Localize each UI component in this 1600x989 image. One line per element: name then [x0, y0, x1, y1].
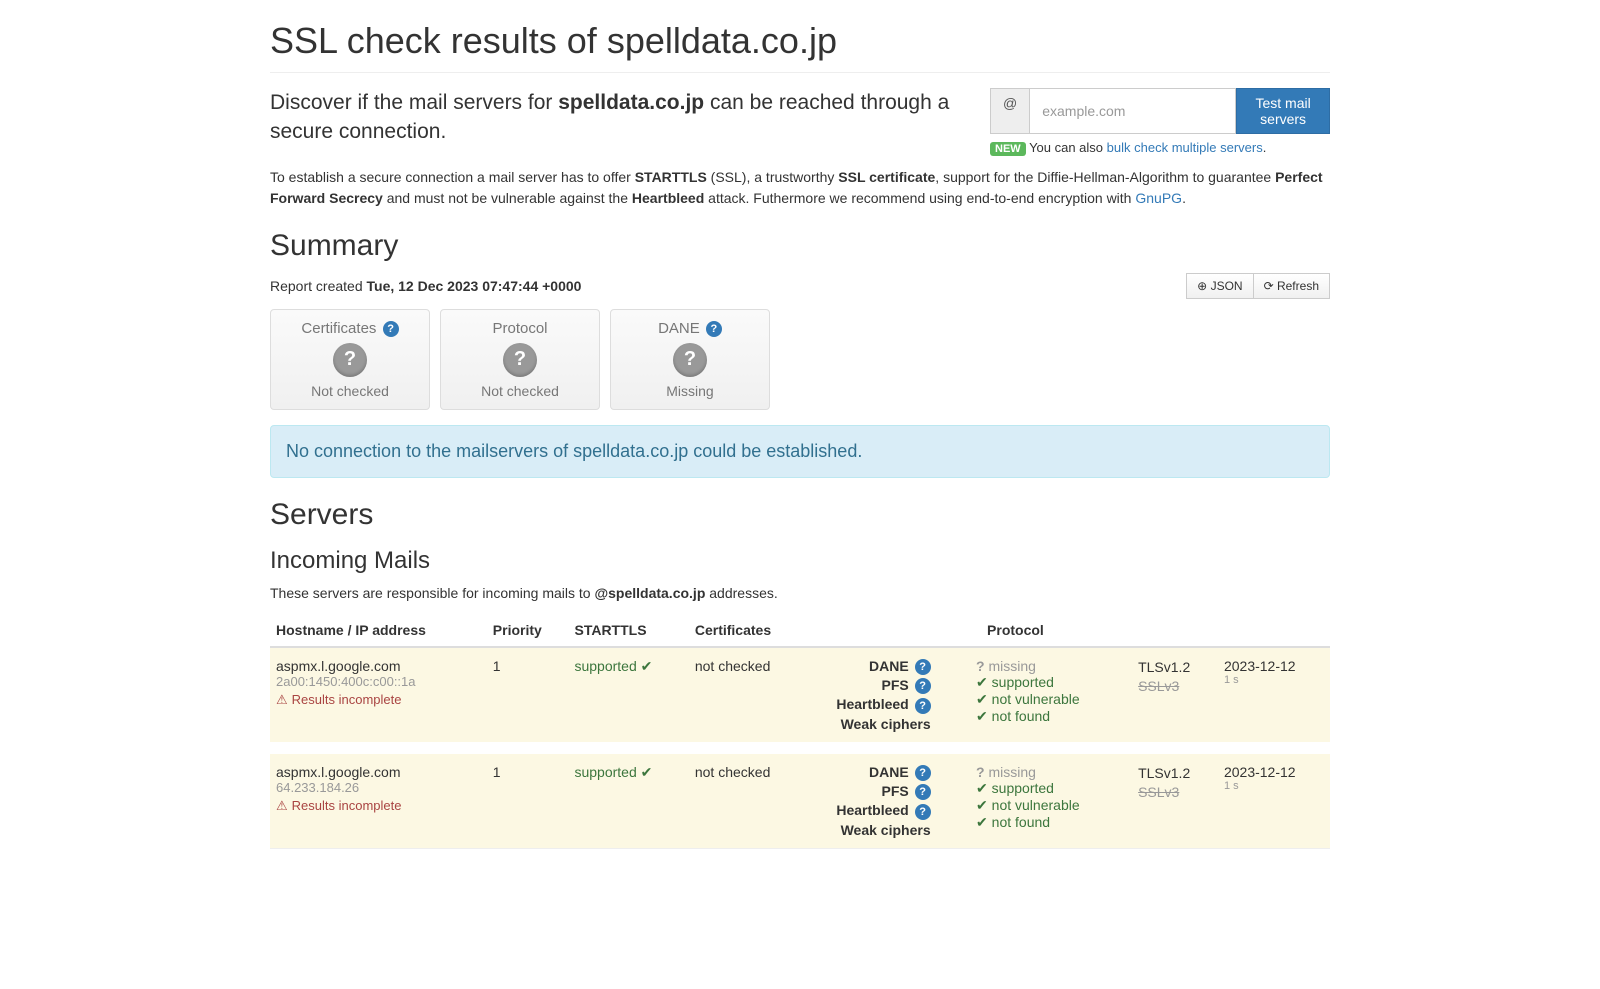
incoming-desc: These servers are responsible for incomi… [270, 583, 1330, 604]
table-row: aspmx.l.google.com 2a00:1450:400c:c00::1… [270, 647, 1330, 748]
results-incomplete-warning: Results incomplete [276, 798, 481, 814]
help-icon[interactable]: ? [915, 784, 931, 800]
report-created: Report created Tue, 12 Dec 2023 07:47:44… [270, 278, 581, 294]
servers-heading: Servers [270, 498, 1330, 532]
page-title: SSL check results of spelldata.co.jp [270, 20, 1330, 62]
pfs-label: PFS ? [813, 783, 931, 800]
card-title-label: Certificates [301, 320, 376, 337]
question-icon [976, 658, 989, 674]
check-date: 2023-12-12 [1224, 658, 1324, 674]
ip-address: 2a00:1450:400c:c00::1a [276, 674, 481, 689]
new-badge: NEW [990, 142, 1026, 156]
bulk-check-link[interactable]: bulk check multiple servers [1107, 140, 1263, 155]
check-icon: ✔ [641, 658, 653, 674]
ssl-version: SSLv3 [1138, 783, 1212, 803]
results-incomplete-warning: Results incomplete [276, 692, 481, 708]
tls-version: TLSv1.2 [1138, 764, 1212, 784]
heartbleed-value: not vulnerable [992, 691, 1080, 707]
check-icon [976, 780, 992, 796]
heartbleed-value: not vulnerable [992, 797, 1080, 813]
col-protocol: Protocol [807, 614, 1132, 647]
weak-ciphers-label: Weak ciphers [813, 716, 931, 732]
check-duration: 1 s [1224, 780, 1324, 792]
json-button[interactable]: ⊕ JSON [1186, 273, 1253, 299]
card-dane[interactable]: DANE ? ? Missing [610, 309, 770, 410]
help-icon[interactable]: ? [915, 678, 931, 694]
priority-value: 1 [487, 748, 569, 848]
ssl-version: SSLv3 [1138, 677, 1212, 697]
check-duration: 1 s [1224, 674, 1324, 686]
title-divider [270, 72, 1330, 73]
hostname: aspmx.l.google.com [276, 764, 481, 780]
weak-ciphers-value: not found [992, 814, 1050, 830]
intro-paragraph: To establish a secure connection a mail … [270, 167, 1330, 209]
incoming-heading: Incoming Mails [270, 547, 1330, 575]
connection-alert: No connection to the mailservers of spel… [270, 425, 1330, 478]
question-icon: ? [333, 343, 367, 377]
tls-version: TLSv1.2 [1138, 658, 1212, 678]
certs-value: not checked [689, 647, 807, 748]
check-icon [976, 797, 992, 813]
question-icon: ? [503, 343, 537, 377]
warning-icon [276, 798, 292, 813]
check-icon [976, 708, 992, 724]
test-mail-servers-button[interactable]: Test mail servers [1236, 88, 1330, 134]
heartbleed-label: Heartbleed ? [813, 696, 931, 713]
help-icon[interactable]: ? [915, 698, 931, 714]
help-icon[interactable]: ? [915, 804, 931, 820]
gnupg-link[interactable]: GnuPG [1135, 190, 1182, 206]
card-status-label: Missing [619, 383, 761, 399]
pfs-value: supported [992, 780, 1054, 796]
col-certificates: Certificates [689, 614, 807, 647]
card-title-label: DANE [658, 320, 700, 337]
question-icon [976, 764, 989, 780]
col-starttls: STARTTLS [568, 614, 688, 647]
table-row: aspmx.l.google.com 64.233.184.26 Results… [270, 748, 1330, 848]
dane-value: missing [989, 658, 1036, 674]
help-icon[interactable]: ? [915, 659, 931, 675]
bulk-check-line: NEW You can also bulk check multiple ser… [990, 140, 1330, 155]
ip-address: 64.233.184.26 [276, 780, 481, 795]
card-status-label: Not checked [279, 383, 421, 399]
check-icon [976, 674, 992, 690]
check-icon: ✔ [641, 764, 653, 780]
summary-heading: Summary [270, 229, 1330, 263]
certs-value: not checked [689, 748, 807, 848]
col-priority: Priority [487, 614, 569, 647]
starttls-value: supported ✔ [568, 748, 688, 848]
weak-ciphers-value: not found [992, 708, 1050, 724]
download-icon: ⊕ [1197, 279, 1210, 293]
pfs-label: PFS ? [813, 677, 931, 694]
servers-table: Hostname / IP address Priority STARTTLS … [270, 614, 1330, 849]
check-icon [976, 814, 992, 830]
dane-value: missing [989, 764, 1036, 780]
col-hostname: Hostname / IP address [270, 614, 487, 647]
heartbleed-label: Heartbleed ? [813, 802, 931, 819]
starttls-value: supported ✔ [568, 647, 688, 748]
domain-search-group: @ Test mail servers [990, 88, 1330, 134]
at-addon: @ [990, 88, 1029, 134]
pfs-value: supported [992, 674, 1054, 690]
question-icon: ? [673, 343, 707, 377]
warning-icon [276, 692, 292, 707]
dane-label: DANE ? [813, 764, 931, 781]
refresh-icon: ⟳ [1264, 279, 1277, 293]
priority-value: 1 [487, 647, 569, 748]
card-certificates[interactable]: Certificates ? ? Not checked [270, 309, 430, 410]
dane-label: DANE ? [813, 658, 931, 675]
card-title-label: Protocol [449, 320, 591, 337]
card-status-label: Not checked [449, 383, 591, 399]
help-icon[interactable]: ? [383, 321, 399, 337]
refresh-button[interactable]: ⟳ Refresh [1254, 273, 1330, 299]
check-date: 2023-12-12 [1224, 764, 1324, 780]
hostname: aspmx.l.google.com [276, 658, 481, 674]
help-icon[interactable]: ? [706, 321, 722, 337]
help-icon[interactable]: ? [915, 765, 931, 781]
check-icon [976, 691, 992, 707]
weak-ciphers-label: Weak ciphers [813, 822, 931, 838]
domain-input[interactable] [1029, 88, 1236, 134]
card-protocol[interactable]: Protocol ? Not checked [440, 309, 600, 410]
lead-paragraph: Discover if the mail servers for spellda… [270, 88, 960, 147]
